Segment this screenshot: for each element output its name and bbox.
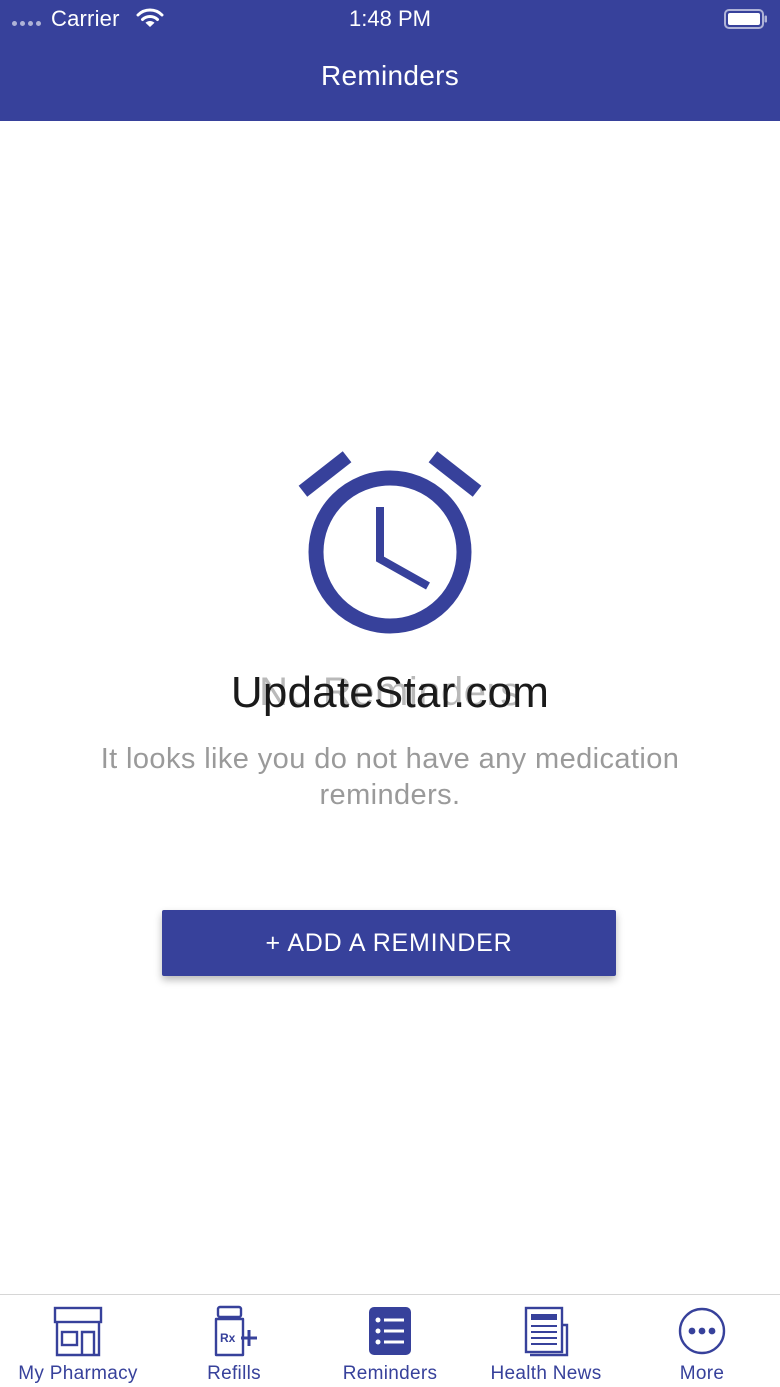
rx-bottle-icon: Rx [214, 1305, 257, 1357]
empty-state-message: It looks like you do not have any medica… [100, 743, 680, 811]
watermark-text: UpdateStar.com [230, 668, 550, 717]
tab-reminders[interactable]: Reminders [312, 1295, 468, 1387]
newspaper-icon [524, 1306, 569, 1357]
alarm-clock-icon [298, 451, 482, 634]
tab-label: Health News [490, 1363, 602, 1384]
svg-text:Rx: Rx [220, 1331, 236, 1345]
tab-refills[interactable]: Rx Refills [156, 1295, 312, 1387]
tab-label: Refills [207, 1363, 261, 1384]
list-icon [369, 1307, 411, 1355]
tab-label: Reminders [342, 1363, 438, 1384]
add-reminder-label: + ADD A REMINDER [265, 928, 513, 957]
tab-label: My Pharmacy [18, 1363, 138, 1384]
tab-bar: My Pharmacy Rx Refills Reminders Health … [0, 1294, 780, 1387]
page-title: Reminders [320, 60, 460, 91]
tab-label: More [679, 1363, 725, 1384]
add-reminder-button[interactable]: + ADD A REMINDER [162, 910, 616, 976]
app-header: Carrier 1:48 PM Reminders [0, 0, 780, 121]
storefront-icon [53, 1306, 103, 1357]
more-dots-icon [678, 1307, 726, 1355]
reminders-screen: Carrier 1:48 PM Reminders No Reminders U… [0, 0, 780, 1387]
status-bar: Carrier 1:48 PM [0, 0, 780, 38]
battery-icon [724, 9, 767, 29]
tab-health-news[interactable]: Health News [468, 1295, 624, 1387]
status-time: 1:48 PM [349, 6, 431, 31]
tab-more[interactable]: More [624, 1295, 780, 1387]
tab-my-pharmacy[interactable]: My Pharmacy [0, 1295, 156, 1387]
